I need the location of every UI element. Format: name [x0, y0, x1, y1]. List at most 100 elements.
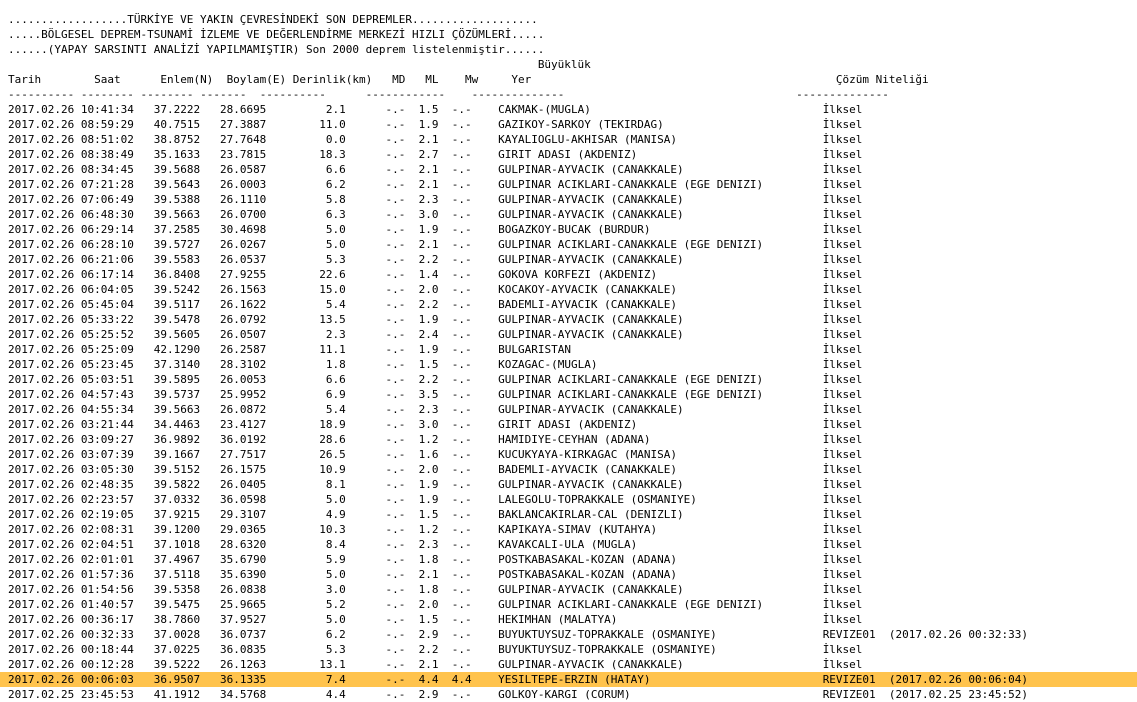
- time-cell: 02:19:05: [80, 508, 134, 521]
- md-cell: -.-: [385, 118, 406, 131]
- md-cell: -.-: [385, 148, 406, 161]
- time-cell: 03:21:44: [80, 418, 134, 431]
- earthquake-row: 2017.02.26 10:41:34 37.2222 28.6695 2.1 …: [0, 102, 1137, 117]
- location-cell: GIRIT ADASI (AKDENIZ): [498, 418, 823, 431]
- earthquake-list: ..................TÜRKİYE VE YAKIN ÇEVRE…: [0, 12, 1137, 702]
- depth-cell: 6.6: [272, 373, 346, 386]
- mw-cell: -.-: [451, 643, 472, 656]
- solution-cell: İlksel: [822, 433, 863, 446]
- longitude-cell: 27.7648: [213, 133, 267, 146]
- latitude-cell: 39.5583: [147, 253, 201, 266]
- md-cell: -.-: [385, 613, 406, 626]
- time-cell: 05:03:51: [80, 373, 134, 386]
- time-cell: 01:40:57: [80, 598, 134, 611]
- location-cell: CAKMAK-(MUGLA): [498, 103, 823, 116]
- earthquake-row: 2017.02.26 03:07:39 39.1667 27.7517 26.5…: [0, 447, 1137, 462]
- time-cell: 05:45:04: [80, 298, 134, 311]
- longitude-cell: 29.0365: [213, 523, 267, 536]
- depth-cell: 13.1: [272, 658, 346, 671]
- earthquake-row: 2017.02.26 06:17:14 36.8408 27.9255 22.6…: [0, 267, 1137, 282]
- ml-cell: 2.4: [418, 328, 439, 341]
- location-cell: HAMIDIYE-CEYHAN (ADANA): [498, 433, 823, 446]
- longitude-cell: 26.0053: [213, 373, 267, 386]
- md-cell: -.-: [385, 598, 406, 611]
- time-cell: 06:17:14: [80, 268, 134, 281]
- date-cell: 2017.02.26: [8, 118, 75, 131]
- longitude-cell: 26.0700: [213, 208, 267, 221]
- earthquake-row: 2017.02.26 07:21:28 39.5643 26.0003 6.2 …: [0, 177, 1137, 192]
- earthquake-row: 2017.02.26 04:55:34 39.5663 26.0872 5.4 …: [0, 402, 1137, 417]
- time-cell: 03:07:39: [80, 448, 134, 461]
- date-cell: 2017.02.26: [8, 268, 75, 281]
- earthquake-row: 2017.02.26 02:04:51 37.1018 28.6320 8.4 …: [0, 537, 1137, 552]
- solution-cell: İlksel: [822, 538, 863, 551]
- latitude-cell: 36.9507: [147, 673, 201, 686]
- latitude-cell: 39.5688: [147, 163, 201, 176]
- depth-cell: 5.0: [272, 238, 346, 251]
- solution-cell: İlksel: [822, 373, 863, 386]
- latitude-cell: 37.5118: [147, 568, 201, 581]
- solution-cell: İlksel: [822, 643, 863, 656]
- location-cell: BADEMLI-AYVACIK (CANAKKALE): [498, 463, 823, 476]
- solution-cell: İlksel: [822, 118, 863, 131]
- location-cell: KUCUKYAYA-KIRKAGAC (MANISA): [498, 448, 823, 461]
- depth-cell: 13.5: [272, 313, 346, 326]
- earthquake-row: 2017.02.26 00:12:28 39.5222 26.1263 13.1…: [0, 657, 1137, 672]
- col-header-ml: ML: [425, 73, 466, 86]
- latitude-cell: 34.4463: [147, 418, 201, 431]
- location-cell: KAYALIOGLU-AKHISAR (MANISA): [498, 133, 823, 146]
- solution-cell: İlksel: [822, 388, 863, 401]
- solution-cell: İlksel: [822, 523, 863, 536]
- earthquake-row: 2017.02.26 01:54:56 39.5358 26.0838 3.0 …: [0, 582, 1137, 597]
- time-cell: 05:25:09: [80, 343, 134, 356]
- longitude-cell: 25.9952: [213, 388, 267, 401]
- time-cell: 02:01:01: [80, 553, 134, 566]
- ml-cell: 1.6: [418, 448, 439, 461]
- md-cell: -.-: [385, 328, 406, 341]
- latitude-cell: 37.0225: [147, 643, 201, 656]
- mw-cell: -.-: [451, 658, 472, 671]
- mw-cell: -.-: [451, 313, 472, 326]
- md-cell: -.-: [385, 673, 406, 686]
- date-cell: 2017.02.26: [8, 538, 75, 551]
- solution-cell: İlksel: [822, 568, 863, 581]
- mw-cell: -.-: [451, 178, 472, 191]
- md-cell: -.-: [385, 373, 406, 386]
- solution-cell: İlksel: [822, 208, 863, 221]
- date-cell: 2017.02.26: [8, 463, 75, 476]
- md-cell: -.-: [385, 658, 406, 671]
- ml-cell: 1.2: [418, 433, 439, 446]
- time-cell: 05:25:52: [80, 328, 134, 341]
- solution-cell: İlksel: [822, 223, 863, 236]
- mw-cell: -.-: [451, 268, 472, 281]
- mw-cell: -.-: [451, 358, 472, 371]
- magnitude-group-label: Büyüklük: [537, 58, 591, 71]
- ml-cell: 1.8: [418, 553, 439, 566]
- md-cell: -.-: [385, 253, 406, 266]
- depth-cell: 10.3: [272, 523, 346, 536]
- md-cell: -.-: [385, 163, 406, 176]
- md-cell: -.-: [385, 103, 406, 116]
- divider-date: ----------: [8, 88, 81, 101]
- solution-cell: İlksel: [822, 343, 863, 356]
- longitude-cell: 26.0838: [213, 583, 267, 596]
- longitude-cell: 26.1622: [213, 298, 267, 311]
- longitude-cell: 36.0737: [213, 628, 267, 641]
- date-cell: 2017.02.26: [8, 388, 75, 401]
- earthquake-row: 2017.02.26 02:19:05 37.9215 29.3107 4.9 …: [0, 507, 1137, 522]
- solution-cell: İlksel: [822, 193, 863, 206]
- longitude-cell: 26.0587: [213, 163, 267, 176]
- earthquake-row: 2017.02.26 05:03:51 39.5895 26.0053 6.6 …: [0, 372, 1137, 387]
- depth-cell: 6.6: [272, 163, 346, 176]
- solution-cell: REVIZE01: [822, 673, 876, 686]
- mw-cell: -.-: [451, 208, 472, 221]
- longitude-cell: 27.3887: [213, 118, 267, 131]
- earthquake-rows: 2017.02.26 10:41:34 37.2222 28.6695 2.1 …: [0, 102, 1137, 702]
- depth-cell: 8.1: [272, 478, 346, 491]
- latitude-cell: 39.5475: [147, 598, 201, 611]
- revision-time-cell: (2017.02.25 23:45:52): [888, 688, 1028, 701]
- time-cell: 05:23:45: [80, 358, 134, 371]
- location-cell: BUYUKTUYSUZ-TOPRAKKALE (OSMANIYE): [498, 643, 823, 656]
- md-cell: -.-: [385, 178, 406, 191]
- location-cell: GOLKOY-KARGI (CORUM): [498, 688, 823, 701]
